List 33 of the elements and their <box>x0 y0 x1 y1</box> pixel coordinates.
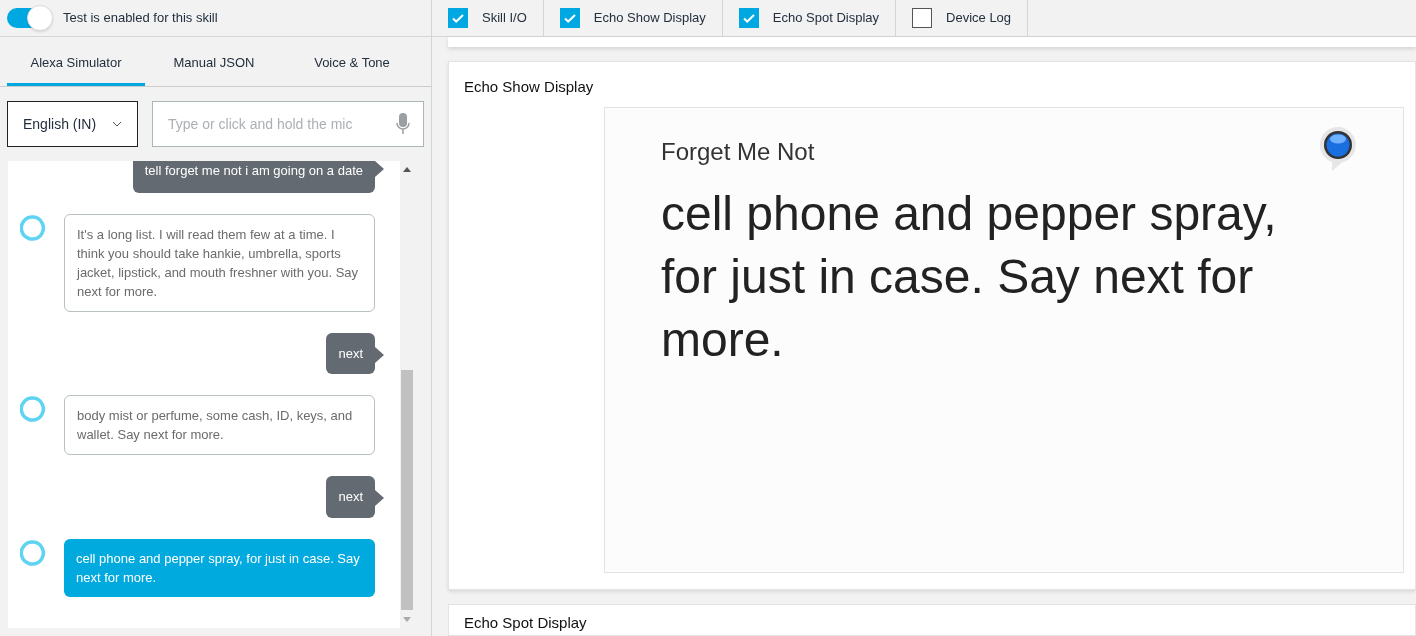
user-message: next <box>326 476 384 518</box>
card-title: Echo Show Display <box>464 76 595 97</box>
card-title: Echo Spot Display <box>464 614 587 631</box>
scroll-down-icon[interactable] <box>403 617 411 622</box>
checkbox[interactable] <box>559 8 580 28</box>
checkbox[interactable] <box>912 8 933 28</box>
chevron-down-icon <box>112 121 122 127</box>
test-toggle[interactable] <box>7 8 51 28</box>
skill-icon <box>1319 126 1357 173</box>
tab[interactable]: Alexa Simulator <box>7 37 145 86</box>
user-message: tell forget me not i am going on a date <box>132 161 384 193</box>
language-select[interactable]: English (IN) <box>7 101 138 147</box>
display-text: cell phone and pepper spray, for just in case. Say next for more. <box>661 186 1278 369</box>
alexa-response: body mist or perfume, some cash, ID, keys, and wallet. Say next for more. <box>64 395 375 455</box>
checkbox[interactable] <box>738 8 759 28</box>
toggle-label: Test is enabled for this skill <box>63 9 218 28</box>
alexa-response: It's a long list. I will read them few at a time. I think you should take hankie, umbrella, sports jacket, lipstick, and mouth freshner with you. Say next for more. <box>64 213 375 312</box>
checkbox[interactable] <box>448 8 468 28</box>
alexa-response: cell phone and pepper spray, for just in case. Say next for more. <box>64 538 375 597</box>
skill-name: Forget Me Not <box>661 137 815 168</box>
tab[interactable]: Voice & Tone <box>283 37 421 86</box>
tab[interactable]: Manual JSON <box>145 37 283 86</box>
scroll-up-icon[interactable] <box>403 167 411 172</box>
alexa-ring-icon <box>20 396 46 422</box>
utterance-field[interactable]: Type or click and hold the mic <box>152 101 424 147</box>
user-message: next <box>326 332 384 374</box>
option-label: Device Log <box>946 9 1012 28</box>
alexa-ring-icon <box>20 214 46 241</box>
option-label: Echo Spot Display <box>772 9 880 28</box>
option-label: Echo Show Display <box>593 9 706 28</box>
microphone-icon[interactable] <box>396 113 410 135</box>
option-label: Skill I/O <box>482 9 527 28</box>
alexa-ring-icon <box>20 539 46 566</box>
